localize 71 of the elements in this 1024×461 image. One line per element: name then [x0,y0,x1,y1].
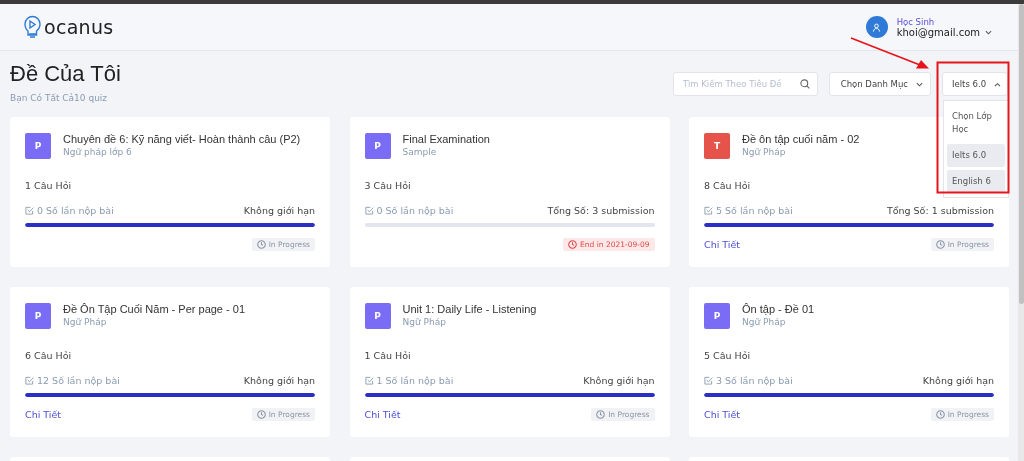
submission-count: 0 Số lần nộp bài [37,205,114,216]
quiz-category: Ngữ Pháp [402,317,447,327]
quiz-category: Ngữ Pháp [63,317,108,327]
class-option[interactable]: Chọn Lớp Học [947,105,1005,141]
quiz-avatar: P [25,133,51,159]
checkbox-icon [364,376,374,385]
chevron-icon [994,81,1001,87]
checkbox-icon [704,206,713,215]
submission-limit: Không giới hạn [583,375,655,386]
question-count: 5 Câu Hỏi [704,350,751,361]
quiz-title: Chuyên đề 6: Kỹ năng viết- Hoàn thành câu (P2) [63,133,301,145]
quiz-total: Bạn Có Tất Cả10 quiz [10,93,109,103]
clock-icon [256,409,266,419]
quiz-category: Ngữ Pháp [742,147,787,157]
details-link[interactable]: Chi Tiết [25,408,62,420]
question-count: 1 Câu Hỏi [364,350,411,361]
quiz-avatar: T [704,133,730,159]
search-field[interactable]: Tìm Kiếm Theo Tiêu Đề [672,72,818,96]
submission-limit: Tổng Số: 3 submission [547,205,655,216]
submission-count: 1 Số lần nộp bài [376,375,454,386]
submission-limit: Tổng Số: 1 submission [886,205,994,216]
question-count: 8 Câu Hỏi [704,180,751,191]
quiz-title: Đề Ôn Tập Cuối Năm - Per page - 01 [63,303,245,315]
category-dropdown[interactable]: Chọn Danh Mục [828,72,931,96]
quiz-avatar: P [364,133,391,159]
user-role: Học Sinh [896,16,936,27]
clock-icon [935,239,945,249]
submission-count: 3 Số lần nộp bài [716,375,793,386]
quiz-title: Final Examination [402,133,490,145]
person-icon [872,22,882,32]
user-avatar[interactable] [865,16,888,38]
quiz-category: Ngữ Pháp [742,317,787,327]
quiz-category: Ngữ pháp lớp 6 [63,147,133,157]
search-icon [799,79,810,89]
submission-limit: Không giới hạn [922,375,994,386]
checkbox-icon [364,206,374,215]
details-link[interactable]: Chi Tiết [704,238,741,250]
user-email[interactable]: khoi@gmail.com [896,26,980,38]
chevron-icon [916,81,923,87]
quiz-avatar: P [364,303,391,329]
question-count: 3 Câu Hỏi [364,180,411,191]
submission-count: 0 Số lần nộp bài [376,205,454,216]
clock-icon [568,239,578,249]
question-count: 6 Câu Hỏi [25,350,72,361]
clock-icon [256,239,266,249]
clock-icon [935,409,945,419]
page-title: Đề Của Tôi [10,61,121,87]
quiz-category: Sample [402,147,438,157]
submission-count: 5 Số lần nộp bài [716,205,793,216]
chevron-icon [985,29,992,35]
logo-icon [24,15,41,39]
details-link[interactable]: Chi Tiết [704,408,741,420]
class-dropdown[interactable]: Ielts 6.0 [942,72,1008,96]
checkbox-icon [25,206,34,215]
quiz-avatar: P [25,303,51,329]
quiz-title: Unit 1: Daily Life - Listening [402,303,537,315]
clock-icon [596,409,606,419]
scrollbar[interactable] [1018,4,1024,461]
checkbox-icon [704,376,713,385]
class-option[interactable]: English 6 [947,170,1005,193]
question-count: 1 Câu Hỏi [25,180,72,191]
submission-count: 12 Số lần nộp bài [37,375,120,386]
submission-limit: Không giới hạn [243,205,315,216]
quiz-title: Ôn tập - Đề 01 [742,303,815,315]
checkbox-icon [25,376,34,385]
quiz-title: Đề ôn tập cuối năm - 02 [742,133,860,145]
details-link[interactable]: Chi Tiết [364,408,401,420]
quiz-avatar: P [704,303,730,329]
class-option[interactable]: Ielts 6.0 [947,144,1005,167]
logo-text: ocanus [44,16,114,38]
submission-limit: Không giới hạn [243,375,315,386]
